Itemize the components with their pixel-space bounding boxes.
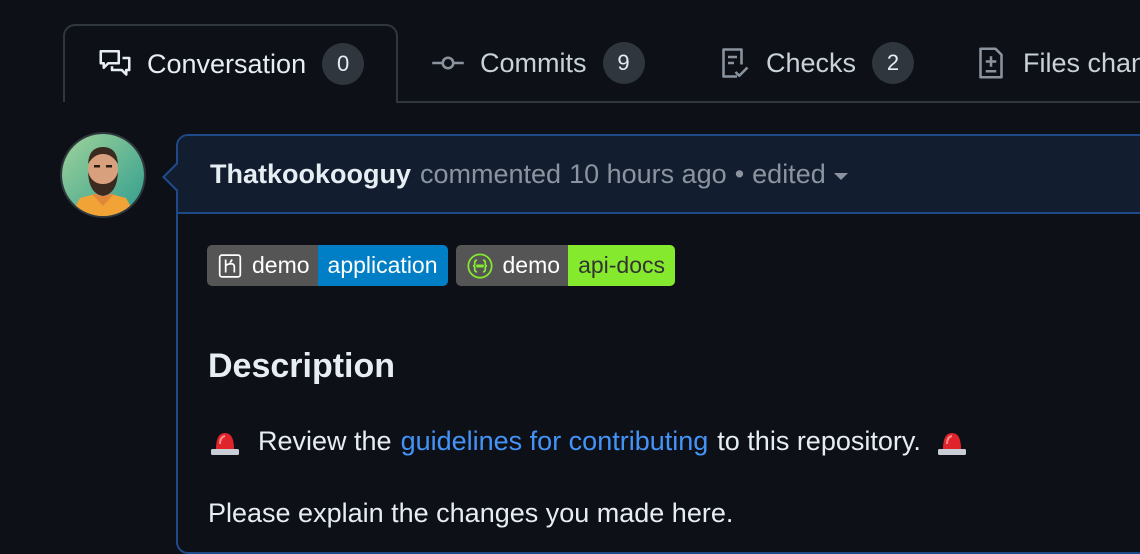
tab-checks-label: Checks [766, 47, 857, 78]
tab-commits-label: Commits [480, 47, 587, 78]
edited-dropdown-icon[interactable] [833, 172, 848, 180]
badge-left-label: demo [252, 252, 310, 278]
meta-separator: • [734, 158, 745, 189]
demo-api-docs-badge[interactable]: demo api-docs [455, 245, 675, 286]
avatar[interactable] [62, 134, 144, 216]
description-heading: Description [208, 347, 396, 385]
heroku-icon [217, 253, 243, 279]
badge-left: demo [207, 245, 318, 286]
rotating-light-icon [208, 424, 242, 458]
review-guidelines-line: Review the guidelines for contributing t… [208, 424, 969, 458]
swagger-icon [466, 252, 494, 280]
pr-tab-bar: Conversation 0 Commits 9 Checks 2 Files … [0, 0, 1140, 103]
comment-author[interactable]: Thatkookooguy [210, 159, 411, 190]
tab-conversation[interactable]: Conversation 0 [63, 24, 398, 102]
badge-right-label: api-docs [568, 245, 675, 286]
comment-timestamp[interactable]: 10 hours ago [569, 159, 727, 190]
tab-commits-count: 9 [602, 42, 645, 84]
comment-pointer-fill [165, 164, 178, 190]
comment-discussion-icon [97, 46, 133, 82]
comment-action: commented [420, 158, 562, 189]
tab-checks-count: 2 [872, 42, 915, 84]
tab-commits[interactable]: Commits 9 [430, 24, 645, 102]
badge-row: demo application demo api-docs [207, 245, 675, 286]
tab-checks[interactable]: Checks 2 [716, 24, 915, 102]
comment-box: Thatkookooguy commented 10 hours ago • e… [176, 134, 1140, 554]
review-prefix: Review the [258, 425, 392, 456]
explain-changes-text: Please explain the changes you made here… [208, 498, 734, 528]
rotating-light-icon [935, 424, 969, 458]
tab-files-label: Files chan [1023, 47, 1140, 78]
git-commit-icon [430, 45, 466, 81]
edited-label[interactable]: edited [752, 159, 826, 190]
tab-conversation-count: 0 [322, 43, 365, 85]
badge-left: demo [455, 245, 569, 286]
file-diff-icon [973, 45, 1009, 81]
checklist-icon [716, 45, 752, 81]
tab-conversation-label: Conversation [147, 48, 307, 79]
guidelines-link[interactable]: guidelines for contributing [401, 426, 709, 457]
badge-left-label: demo [502, 252, 561, 278]
review-suffix: to this repository. [717, 425, 921, 456]
tab-files-changed[interactable]: Files chan [973, 24, 1140, 102]
demo-application-badge[interactable]: demo application [207, 245, 448, 286]
comment-header: Thatkookooguy commented 10 hours ago • e… [178, 136, 1140, 214]
badge-right-label: application [317, 245, 448, 286]
